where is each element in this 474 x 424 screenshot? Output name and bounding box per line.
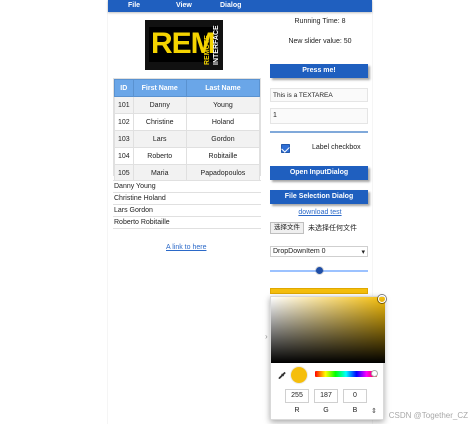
- eyedropper-icon[interactable]: [277, 371, 287, 381]
- file-selection-dialog-button[interactable]: File Selection Dialog: [270, 190, 368, 204]
- table-cell-last-name: Robitaille: [185, 147, 261, 165]
- menu-view[interactable]: View: [176, 0, 192, 12]
- progress-track: [270, 131, 368, 133]
- saturation-value-handle[interactable]: [378, 295, 386, 303]
- press-me-button[interactable]: Press me!: [270, 64, 368, 78]
- color-picker-field[interactable]: [270, 288, 368, 294]
- rgb-inputs: 255 187 0: [285, 389, 383, 405]
- spinbox[interactable]: 1: [270, 108, 368, 124]
- rgb-labels: R G B ⇕: [285, 407, 383, 417]
- link-to-here[interactable]: A link to here: [166, 244, 206, 251]
- menubar: File View Dialog: [108, 0, 372, 12]
- data-table: ID First Name Last Name 101 Danny Young …: [113, 78, 261, 182]
- list-item[interactable]: Christine Holand: [113, 193, 261, 205]
- checkbox-row[interactable]: Label checkbox: [270, 142, 368, 156]
- table-cell-id: 101: [114, 96, 134, 114]
- download-test-link[interactable]: download test: [298, 209, 341, 216]
- menu-dialog[interactable]: Dialog: [220, 0, 241, 12]
- logo-vertical-text: REMOTE INTERFACE: [204, 25, 220, 65]
- running-time-label: Running Time: 8: [294, 18, 346, 25]
- table-cell-first-name: Lars: [132, 130, 187, 148]
- drag-handle-icon: ›: [265, 332, 268, 341]
- table-cell-id: 102: [114, 113, 134, 131]
- file-input-row: 选择文件 未选择任何文件: [270, 222, 368, 234]
- remi-logo: REM REMOTE INTERFACE: [145, 20, 223, 70]
- table-cell-first-name: Roberto: [132, 147, 187, 165]
- table-header-last-name: Last Name: [185, 79, 261, 97]
- slider-value-label: New slider value: 50: [288, 38, 352, 45]
- no-file-selected-text: 未选择任何文件: [308, 225, 357, 232]
- format-toggle-icon[interactable]: ⇕: [371, 407, 377, 415]
- table-cell-first-name: Danny: [132, 96, 187, 114]
- table-row[interactable]: 101 Danny Young: [114, 96, 261, 114]
- open-input-dialog-button[interactable]: Open InputDialog: [270, 166, 368, 180]
- choose-file-button[interactable]: 选择文件: [270, 222, 304, 234]
- dropdown[interactable]: DropDownItem 0 ▾: [270, 246, 368, 257]
- table-row[interactable]: 102 Christine Holand: [114, 113, 261, 131]
- table-cell-last-name: Young: [185, 96, 261, 114]
- color-picker-popup: 255 187 0 R G B ⇕: [270, 295, 386, 420]
- table-row[interactable]: 103 Lars Gordon: [114, 130, 261, 148]
- checkbox[interactable]: [281, 144, 290, 153]
- checkbox-label: Label checkbox: [312, 144, 361, 151]
- rgb-r-input[interactable]: 255: [285, 389, 309, 403]
- table-header-id: ID: [114, 79, 134, 97]
- download-test-link-wrap: download test: [270, 209, 370, 216]
- dropdown-selected: DropDownItem 0: [273, 248, 326, 255]
- app-container: File View Dialog REM REMOTE INTERFACE ID…: [108, 0, 386, 424]
- table-row[interactable]: 104 Roberto Robitaille: [114, 147, 261, 165]
- page: File View Dialog REM REMOTE INTERFACE ID…: [0, 0, 474, 424]
- table-cell-id: 105: [114, 164, 134, 182]
- textarea[interactable]: This is a TEXTAREA: [270, 88, 368, 102]
- list-item[interactable]: Roberto Robitaille: [113, 217, 261, 229]
- hue-slider-handle[interactable]: [371, 370, 378, 377]
- hue-slider[interactable]: [315, 370, 378, 377]
- table-header-first-name: First Name: [132, 79, 187, 97]
- table-cell-id: 104: [114, 147, 134, 165]
- name-list: Danny Young Christine Holand Lars Gordon…: [113, 180, 261, 229]
- rgb-b-input[interactable]: 0: [343, 389, 367, 403]
- table-cell-last-name: Gordon: [185, 130, 261, 148]
- table-row[interactable]: 105 Maria Papadopoulos: [114, 164, 261, 182]
- rgb-g-label: G: [323, 407, 329, 414]
- list-item[interactable]: Danny Young: [113, 181, 261, 193]
- table-cell-id: 103: [114, 130, 134, 148]
- people-table: ID First Name Last Name 101 Danny Young …: [114, 79, 261, 182]
- chevron-down-icon: ▾: [361, 248, 365, 256]
- logo-vertical-interface: INTERFACE: [213, 25, 220, 65]
- table-cell-first-name: Christine: [132, 113, 187, 131]
- right-panel: Running Time: 8 New slider value: 50 Pre…: [270, 12, 386, 424]
- rgb-b-label: B: [352, 407, 358, 414]
- rgb-g-input[interactable]: 187: [314, 389, 338, 403]
- color-swatch: [291, 367, 307, 383]
- rgb-r-label: R: [294, 407, 300, 414]
- table-header-row: ID First Name Last Name: [114, 79, 261, 97]
- table-cell-first-name: Maria: [132, 164, 187, 182]
- table-cell-last-name: Holand: [185, 113, 261, 131]
- table-cell-last-name: Papadopoulos: [185, 164, 261, 182]
- logo-vertical-remote: REMOTE: [204, 35, 211, 65]
- saturation-value-area[interactable]: [271, 295, 386, 363]
- watermark: CSDN @Together_CZ: [388, 411, 468, 420]
- menu-file[interactable]: File: [128, 0, 140, 12]
- slider-thumb[interactable]: [315, 267, 323, 274]
- list-item[interactable]: Lars Gordon: [113, 205, 261, 217]
